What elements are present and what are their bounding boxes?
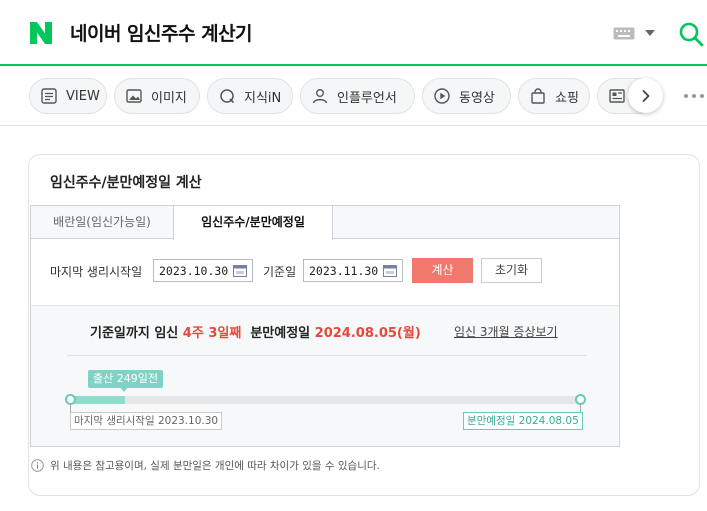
more-icon[interactable] [683,93,707,99]
due-date-prefix: 분만예정일 [250,326,315,341]
timeline-start-label: 마지막 생리시작일 2023.10.30 [70,412,223,430]
last-period-label: 마지막 생리시작일 [50,265,143,279]
tab-kin-label: 지식iN [244,90,282,106]
calendar-icon[interactable] [383,264,397,277]
base-date-value: 2023.11.30 [309,264,379,278]
tab-kin[interactable]: 지식iN [207,78,293,114]
search-header: 네이버 임신주수 계산기 [0,0,707,66]
info-icon [31,459,44,472]
last-period-value: 2023.10.30 [159,264,229,278]
bubble-pointer [120,387,128,392]
base-date-label: 기준일 [263,265,297,279]
tab-influencer-label: 인플루언서 [337,90,397,106]
symptom-link[interactable]: 임신 3개월 증상보기 [454,323,558,340]
pregnancy-progress-track [70,396,580,404]
pregnancy-weeks: 4주 3일째 [182,326,242,341]
search-tabs: VIEW 이미지 지식iN 인플루언서 동영상 쇼핑 [0,66,707,126]
image-icon [126,89,142,103]
base-date-input[interactable]: 2023.11.30 [303,259,403,282]
tab-video[interactable]: 동영상 [422,78,511,114]
disclaimer-text: 위 내용은 참고용이며, 실제 분만일은 개인에 따라 차이가 있을 수 있습니… [50,460,380,472]
result-divider [67,355,587,356]
search-icon[interactable] [678,21,704,47]
days-remaining-bubble: 출산 249일전 [88,370,163,388]
tab-image-label: 이미지 [151,90,187,106]
reset-button[interactable]: 초기화 [481,258,542,283]
tab-view[interactable]: VIEW [29,78,107,114]
keyboard-icon[interactable] [613,27,635,40]
calculator-panel: 배란일(임신가능일) 임신주수/분만예정일 마지막 생리시작일 2023.10.… [30,205,620,447]
calculate-button[interactable]: 계산 [412,258,473,283]
result-prefix: 기준일까지 임신 [90,326,183,341]
shopping-bag-icon [531,88,545,104]
tab-image[interactable]: 이미지 [114,78,200,114]
calendar-icon[interactable] [233,264,247,277]
card-title: 임신주수/분만예정일 계산 [50,175,202,191]
tab-video-label: 동영상 [459,90,495,106]
view-icon [41,88,57,104]
chevron-down-icon[interactable] [645,30,655,37]
last-period-input[interactable]: 2023.10.30 [153,259,253,282]
search-query-text[interactable]: 네이버 임신주수 계산기 [70,19,253,46]
result-text: 기준일까지 임신 4주 3일째 분만예정일 2024.08.05(월) [90,322,421,341]
pregnancy-progress-fill [70,396,126,404]
tab-ovulation[interactable]: 배란일(임신가능일) [31,206,173,239]
tab-view-label: VIEW [66,88,100,104]
panel-tab-bar: 배란일(임신가능일) 임신주수/분만예정일 [31,206,619,240]
qna-icon [220,89,235,104]
naver-logo[interactable] [28,20,54,46]
play-icon [434,88,450,104]
tab-shopping[interactable]: 쇼핑 [518,78,590,114]
result-area: 기준일까지 임신 4주 3일째 분만예정일 2024.08.05(월) 임신 3… [31,305,619,446]
pregnancy-calculator-card: 임신주수/분만예정일 계산 배란일(임신가능일) 임신주수/분만예정일 마지막 … [28,154,700,496]
tab-influencer[interactable]: 인플루언서 [300,78,415,114]
person-icon [312,89,328,104]
tabs-next-button[interactable] [628,78,663,113]
tab-shopping-label: 쇼핑 [555,90,579,106]
tab-pregnancy-weeks[interactable]: 임신주수/분만예정일 [173,206,333,240]
chevron-right-icon [642,89,649,102]
timeline-end-label: 분만예정일 2024.08.05 [463,412,583,430]
disclaimer: 위 내용은 참고용이며, 실제 분만일은 개인에 따라 차이가 있을 수 있습니… [31,458,380,473]
news-icon [609,89,625,103]
due-date: 2024.08.05(월) [314,326,421,341]
date-form: 마지막 생리시작일 2023.10.30 기준일 2023.11.30 계산 초… [31,256,619,286]
